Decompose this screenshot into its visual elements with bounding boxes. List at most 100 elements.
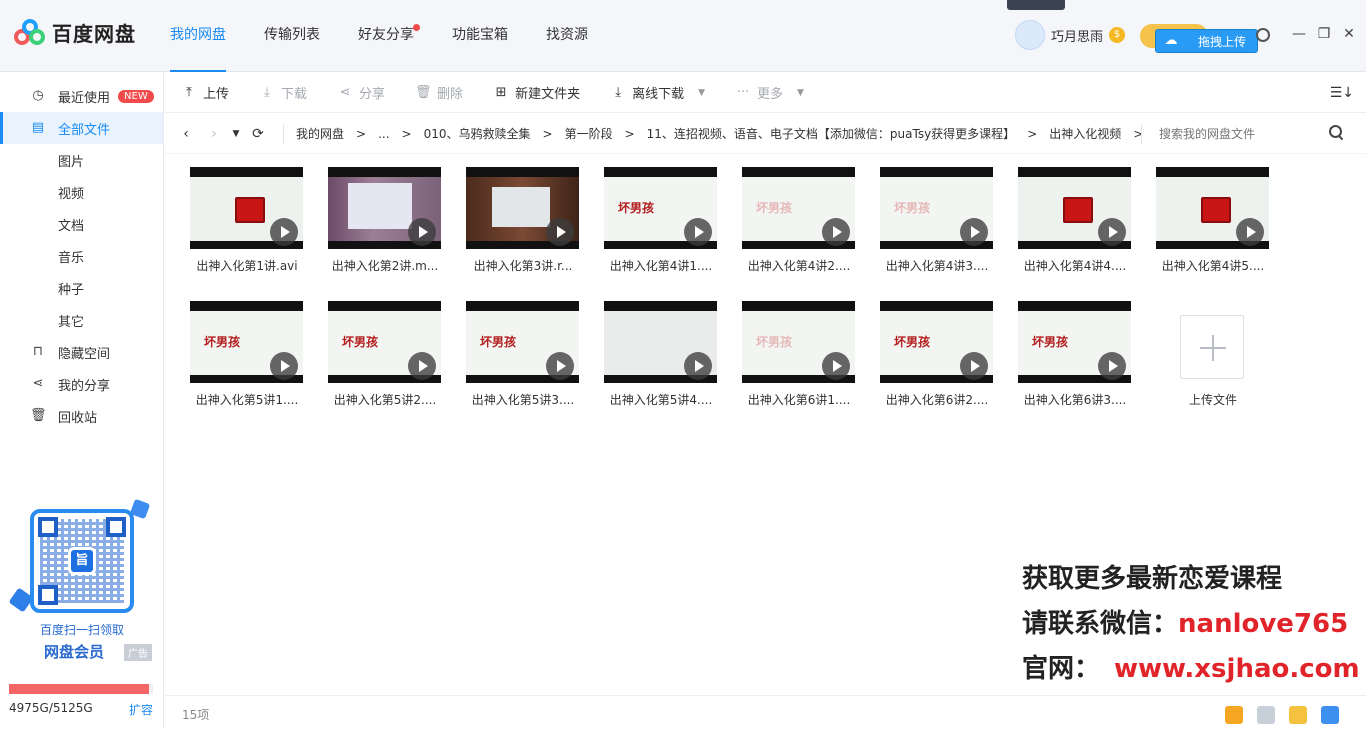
file-tile[interactable]: 出神入化第5讲4.... <box>604 301 718 411</box>
video-thumbnail[interactable]: 坏男孩 <box>742 167 855 249</box>
file-name[interactable]: 出神入化第4讲1.... <box>596 257 726 274</box>
plus-icon[interactable] <box>1180 315 1244 379</box>
sidebar-item-6[interactable]: 种子 <box>0 272 163 304</box>
video-thumbnail[interactable]: 坏男孩 <box>742 301 855 383</box>
sidebar-item-0[interactable]: ◷ 最近使用 NEW <box>0 80 163 112</box>
upload-file-tile[interactable]: 上传文件 <box>1156 301 1270 411</box>
file-name[interactable]: 出神入化第6讲3.... <box>1010 391 1140 408</box>
file-name[interactable]: 出神入化第5讲4.... <box>596 391 726 408</box>
video-thumbnail[interactable]: 坏男孩 <box>604 167 717 249</box>
download-button[interactable]: ⤓ 下载 <box>259 83 307 102</box>
more-button[interactable]: ··· 更多 ▼ <box>735 83 804 102</box>
new-folder-button[interactable]: ⊞ 新建文件夹 <box>493 83 580 102</box>
file-tile[interactable]: 坏男孩 出神入化第6讲2.... <box>880 301 994 411</box>
sidebar-item-1[interactable]: ▤ 全部文件 <box>0 112 163 144</box>
file-tile[interactable]: 坏男孩 出神入化第4讲2.... <box>742 167 856 277</box>
sidebar-item-7[interactable]: 其它 <box>0 304 163 336</box>
breadcrumb-item[interactable]: 出神入化视频 <box>1049 125 1121 142</box>
file-tile[interactable]: 出神入化第3讲.r... <box>466 167 580 277</box>
user-info[interactable]: 巧月思雨 $ <box>1015 20 1126 50</box>
file-tile[interactable]: 出神入化第4讲4.... <box>1018 167 1132 277</box>
sidebar-item-9[interactable]: ⋖ 我的分享 <box>0 368 163 400</box>
video-thumbnail[interactable] <box>328 167 441 249</box>
file-name[interactable]: 出神入化第4讲2.... <box>734 257 864 274</box>
file-name[interactable]: 出神入化第5讲2.... <box>320 391 450 408</box>
file-tile[interactable]: 坏男孩 出神入化第6讲1.... <box>742 301 856 411</box>
minimize-button[interactable]: — <box>1291 26 1307 42</box>
file-name[interactable]: 出神入化第5讲1.... <box>182 391 312 408</box>
play-icon[interactable] <box>408 352 436 380</box>
delete-button[interactable]: 🗑 删除 <box>415 83 463 102</box>
play-icon[interactable] <box>270 218 298 246</box>
promo-banner[interactable]: 旨 百度扫一扫领取 网盘会员 广告 <box>8 498 158 671</box>
play-icon[interactable] <box>822 218 850 246</box>
restore-button[interactable]: ❐ <box>1316 26 1332 42</box>
coin-icon[interactable]: $ <box>1109 27 1126 43</box>
sidebar-item-8[interactable]: ⊓ 隐藏空间 <box>0 336 163 368</box>
nav-tab-2[interactable]: 好友分享 <box>358 0 420 72</box>
file-name[interactable]: 出神入化第4讲4.... <box>1010 257 1140 274</box>
video-thumbnail[interactable]: 坏男孩 <box>466 301 579 383</box>
video-thumbnail[interactable]: 坏男孩 <box>880 301 993 383</box>
file-name[interactable]: 出神入化第1讲.avi <box>182 257 312 274</box>
offline-download-button[interactable]: ⤓ 离线下载 ▼ <box>610 83 705 102</box>
breadcrumb-item[interactable]: 第一阶段 <box>565 125 613 142</box>
file-tile[interactable]: 坏男孩 出神入化第5讲2.... <box>328 301 442 411</box>
file-tile[interactable]: 出神入化第4讲5.... <box>1156 167 1270 277</box>
username[interactable]: 巧月思雨 <box>1051 26 1103 45</box>
qr-code[interactable]: 旨 <box>30 509 134 613</box>
gift-icon[interactable] <box>1225 706 1243 724</box>
breadcrumb-item[interactable]: 我的网盘 <box>296 125 344 142</box>
sidebar-item-3[interactable]: 视频 <box>0 176 163 208</box>
sort-icon[interactable]: ☰↓ <box>1330 85 1354 101</box>
upload-button[interactable]: ⤒ 上传 <box>181 83 229 102</box>
play-icon[interactable] <box>960 352 988 380</box>
video-thumbnail[interactable] <box>466 167 579 249</box>
breadcrumb-item[interactable]: ... <box>378 127 389 141</box>
file-name[interactable]: 出神入化第5讲3.... <box>458 391 588 408</box>
play-icon[interactable] <box>1098 352 1126 380</box>
refresh-icon[interactable]: ⟳ <box>247 126 269 142</box>
search-input[interactable] <box>1159 122 1329 146</box>
nav-tab-1[interactable]: 传输列表 <box>264 0 320 72</box>
play-icon[interactable] <box>270 352 298 380</box>
file-tile[interactable]: 坏男孩 出神入化第4讲1.... <box>604 167 718 277</box>
file-name[interactable]: 出神入化第6讲2.... <box>872 391 1002 408</box>
video-thumbnail[interactable] <box>604 301 717 383</box>
file-name[interactable]: 出神入化第4讲5.... <box>1148 257 1278 274</box>
file-name[interactable]: 出神入化第3讲.r... <box>458 257 588 274</box>
breadcrumb-item[interactable]: 11、连招视频、语音、电子文档【添加微信：puaTsy获得更多课程】 <box>647 125 1016 142</box>
file-name[interactable]: 出神入化第4讲3.... <box>872 257 1002 274</box>
file-tile[interactable]: 坏男孩 出神入化第5讲3.... <box>466 301 580 411</box>
video-thumbnail[interactable] <box>1018 167 1131 249</box>
video-thumbnail[interactable] <box>1156 167 1269 249</box>
file-name[interactable]: 出神入化第2讲.m... <box>320 257 450 274</box>
sidebar-item-10[interactable]: 🗑 回收站 <box>0 400 163 432</box>
play-icon[interactable] <box>546 352 574 380</box>
history-dropdown-icon[interactable]: ▼ <box>225 129 247 139</box>
settings-icon[interactable] <box>1256 28 1270 42</box>
video-thumbnail[interactable]: 坏男孩 <box>190 301 303 383</box>
file-tile[interactable]: 坏男孩 出神入化第5讲1.... <box>190 301 304 411</box>
nav-tab-4[interactable]: 找资源 <box>546 0 588 72</box>
play-icon[interactable] <box>408 218 436 246</box>
play-icon[interactable] <box>960 218 988 246</box>
lock-icon[interactable] <box>1321 706 1339 724</box>
sidebar-item-4[interactable]: 文档 <box>0 208 163 240</box>
sidebar-item-5[interactable]: 音乐 <box>0 240 163 272</box>
video-thumbnail[interactable]: 坏男孩 <box>328 301 441 383</box>
search-icon[interactable] <box>1329 125 1343 139</box>
file-tile[interactable]: 出神入化第1讲.avi <box>190 167 304 277</box>
breadcrumb-item[interactable]: 010、乌鸦救赎全集 <box>424 125 531 142</box>
file-tile[interactable]: 坏男孩 出神入化第6讲3.... <box>1018 301 1132 411</box>
play-icon[interactable] <box>684 352 712 380</box>
file-name[interactable]: 出神入化第6讲1.... <box>734 391 864 408</box>
play-icon[interactable] <box>684 218 712 246</box>
upload-status-icon[interactable] <box>1289 706 1307 724</box>
avatar[interactable] <box>1015 20 1045 50</box>
forward-button[interactable]: › <box>203 126 225 142</box>
video-thumbnail[interactable] <box>190 167 303 249</box>
back-button[interactable]: ‹ <box>175 126 197 142</box>
share-button[interactable]: ⋖ 分享 <box>337 83 385 102</box>
apps-icon[interactable] <box>1257 706 1275 724</box>
